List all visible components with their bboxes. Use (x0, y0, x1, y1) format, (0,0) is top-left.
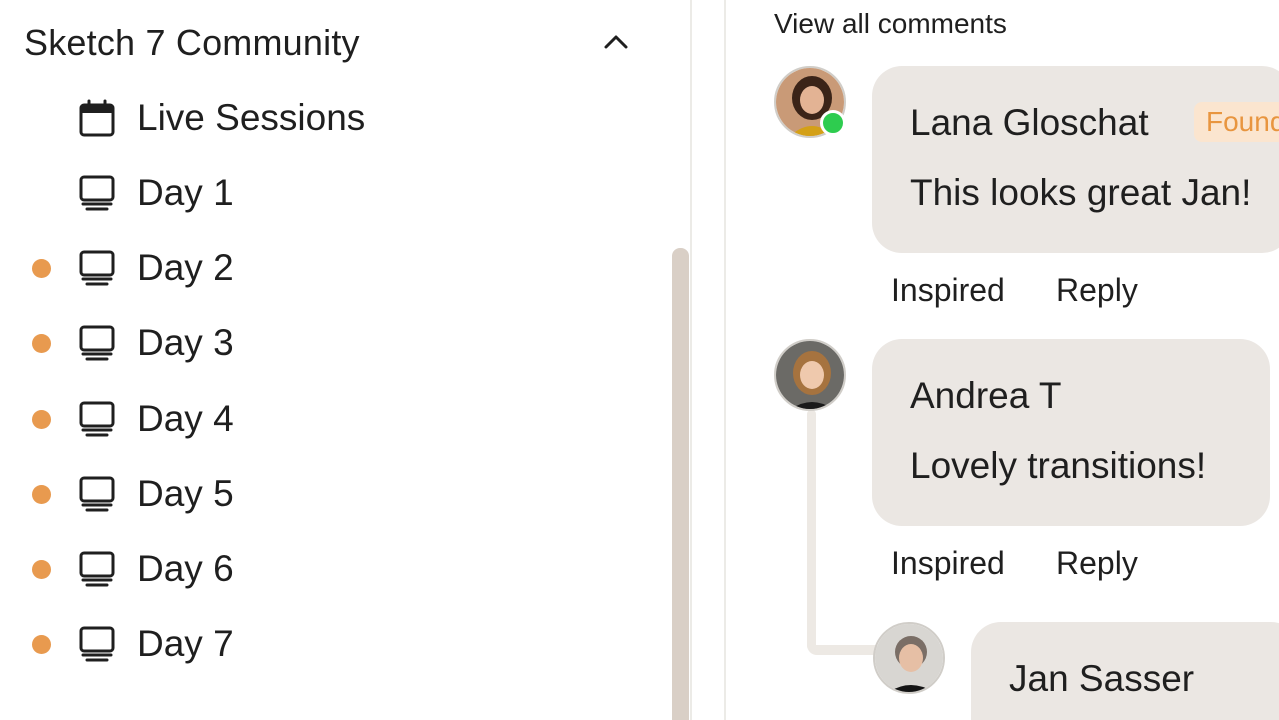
sidebar-item-label: Day 1 (137, 172, 234, 213)
comment-bubble: Jan Sasser (971, 622, 1279, 720)
unread-dot (32, 559, 51, 579)
thread-connector (807, 645, 877, 655)
comment-author[interactable]: Lana Gloschat (910, 102, 1149, 144)
reply-button[interactable]: Reply (1056, 272, 1138, 309)
monitor-icon (79, 401, 115, 437)
monitor-icon (79, 551, 115, 587)
sidebar-item-label: Live Sessions (137, 97, 366, 138)
avatar-photo (875, 624, 943, 692)
calendar-icon (79, 99, 115, 137)
sidebar-item-label: Day 4 (137, 398, 234, 439)
unread-dot (32, 333, 51, 353)
reply-button[interactable]: Reply (1056, 545, 1138, 582)
comment-text: Lovely transitions! (910, 445, 1207, 486)
comment-author[interactable]: Andrea T (910, 375, 1062, 417)
unread-dot (32, 484, 51, 504)
sidebar-item-day-6[interactable]: Day 6 (0, 534, 660, 604)
sidebar-item-day-1[interactable]: Day 1 (0, 158, 660, 228)
comment-text: This looks great Jan! (910, 172, 1252, 213)
comment-bubble: Lana Gloschat Founder This looks great J… (872, 66, 1279, 253)
sidebar-item-day-4[interactable]: Day 4 (0, 384, 660, 454)
inspired-button[interactable]: Inspired (891, 272, 1005, 309)
avatar[interactable] (774, 66, 846, 138)
sidebar-item-day-2[interactable]: Day 2 (0, 233, 660, 303)
sidebar-item-day-5[interactable]: Day 5 (0, 459, 660, 529)
monitor-icon (79, 325, 115, 361)
online-status-dot (820, 110, 846, 136)
section-title: Sketch 7 Community (24, 22, 360, 63)
sidebar-item-day-7[interactable]: Day 7 (0, 609, 660, 679)
founder-badge: Founder (1194, 102, 1279, 142)
monitor-icon (79, 250, 115, 286)
sidebar-item-live-sessions[interactable]: Live Sessions (0, 83, 660, 153)
monitor-icon (79, 626, 115, 662)
unread-dot (32, 258, 51, 278)
sidebar-item-label: Day 7 (137, 623, 234, 664)
monitor-icon (79, 476, 115, 512)
sidebar-scrollbar[interactable] (672, 248, 689, 720)
panel-divider (692, 0, 726, 720)
app-page: Sketch 7 Community Live Sessions Day 1 D… (0, 0, 1279, 720)
comment-author[interactable]: Jan Sasser (1009, 658, 1194, 700)
sidebar-item-label: Day 5 (137, 473, 234, 514)
monitor-icon (79, 175, 115, 211)
comment-bubble: Andrea T Lovely transitions! (872, 339, 1270, 526)
sidebar-item-label: Day 3 (137, 322, 234, 363)
chevron-up-icon[interactable] (602, 29, 630, 57)
sidebar-item-day-3[interactable]: Day 3 (0, 308, 660, 378)
view-all-comments-link[interactable]: View all comments (774, 8, 1007, 40)
section-header-toggle[interactable]: Sketch 7 Community (24, 16, 634, 70)
avatar[interactable] (873, 622, 945, 694)
avatar-photo (776, 341, 844, 409)
inspired-button[interactable]: Inspired (891, 545, 1005, 582)
unread-dot (32, 409, 51, 429)
unread-dot (32, 634, 51, 654)
avatar[interactable] (774, 339, 846, 411)
sidebar-item-label: Day 2 (137, 247, 234, 288)
course-sidebar: Sketch 7 Community Live Sessions Day 1 D… (0, 0, 692, 720)
thread-connector (807, 410, 816, 650)
sidebar-item-label: Day 6 (137, 548, 234, 589)
comments-panel: View all comments Lana Gloschat Founder … (692, 0, 1279, 720)
